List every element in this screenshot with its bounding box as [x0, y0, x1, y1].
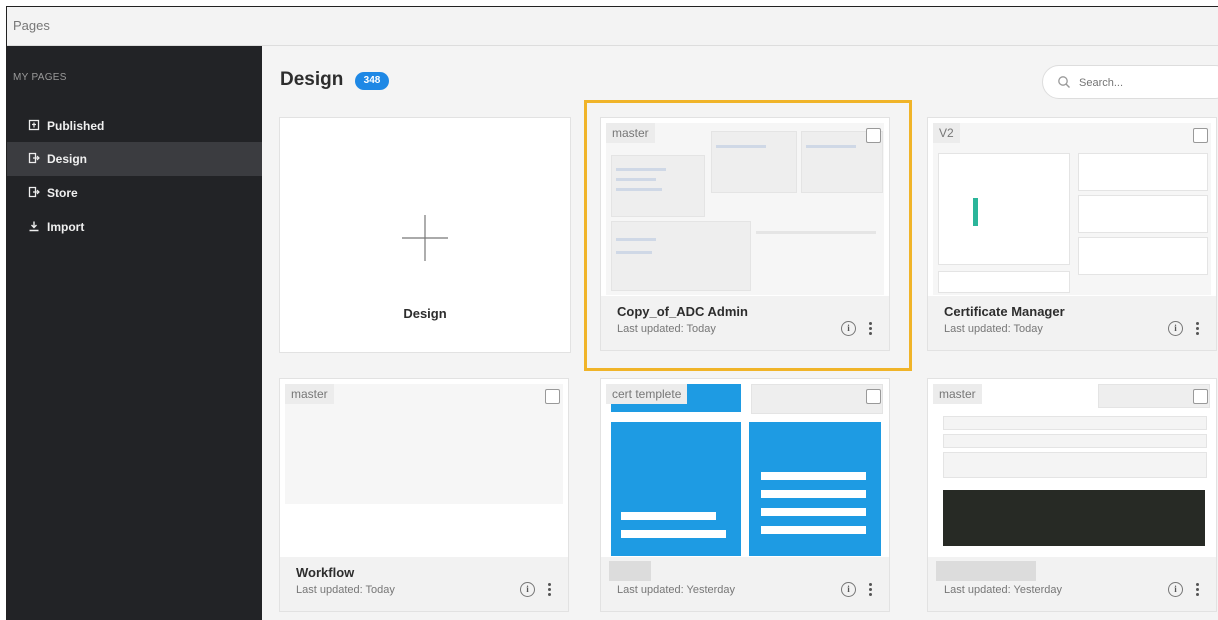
- page-thumbnail: V2: [933, 123, 1211, 295]
- sidebar-item-store[interactable]: Store: [7, 176, 262, 210]
- card-title-redacted: [936, 561, 1036, 581]
- card-footer: Workflow Last updated: Today i: [280, 557, 568, 611]
- search-box[interactable]: [1042, 65, 1218, 99]
- page-thumbnail: master: [606, 123, 884, 295]
- select-checkbox[interactable]: [545, 389, 560, 404]
- card-footer: Certificate Manager Last updated: Today …: [928, 296, 1216, 350]
- title-bar: Pages: [7, 7, 1218, 46]
- card-updated: Last updated: Yesterday: [944, 584, 1063, 596]
- info-icon[interactable]: i: [1168, 582, 1183, 597]
- sidebar-item-published[interactable]: Published: [7, 109, 262, 143]
- select-checkbox[interactable]: [1193, 389, 1208, 404]
- page-card-master[interactable]: master Last updated: Yesterday i: [927, 378, 1217, 612]
- card-title: Certificate Manager: [944, 304, 1065, 319]
- page-title: Design: [280, 69, 344, 90]
- page-card-cert-templete[interactable]: cert templete Last updated: Yesterday i: [600, 378, 890, 612]
- card-title: Workflow: [296, 565, 355, 580]
- plus-icon: [400, 213, 450, 263]
- count-badge: 348: [355, 72, 389, 90]
- app-window: Pages MY PAGES Published Design Store Im…: [6, 6, 1218, 620]
- card-updated: Last updated: Today: [944, 323, 1043, 335]
- sidebar-item-label: Import: [47, 220, 85, 234]
- sidebar: MY PAGES Published Design Store Import: [7, 46, 262, 620]
- select-checkbox[interactable]: [866, 389, 881, 404]
- page-thumbnail: cert templete: [606, 384, 884, 556]
- sidebar-item-import[interactable]: Import: [7, 210, 262, 244]
- import-icon: [28, 220, 40, 232]
- sidebar-item-label: Store: [47, 186, 78, 200]
- branch-tag: master: [285, 384, 334, 404]
- more-options-icon[interactable]: [869, 583, 872, 596]
- more-options-icon[interactable]: [1196, 322, 1199, 335]
- search-input[interactable]: [1077, 73, 1211, 93]
- card-updated: Last updated: Yesterday: [617, 584, 736, 596]
- published-icon: [28, 119, 40, 131]
- branch-tag: master: [606, 123, 655, 143]
- sidebar-item-label: Design: [47, 152, 88, 166]
- new-design-label: Design: [403, 306, 447, 321]
- page-thumbnail: master: [285, 384, 563, 504]
- more-options-icon[interactable]: [869, 322, 872, 335]
- card-title-redacted: [609, 561, 651, 581]
- card-updated: Last updated: Today: [617, 323, 716, 335]
- info-icon[interactable]: i: [841, 321, 856, 336]
- main-content: Design 348 Design: [262, 46, 1218, 620]
- sidebar-section-label: MY PAGES: [13, 72, 67, 83]
- more-options-icon[interactable]: [1196, 583, 1199, 596]
- card-footer: Last updated: Yesterday i: [601, 557, 889, 611]
- card-updated: Last updated: Today: [296, 584, 395, 596]
- sidebar-item-design[interactable]: Design: [7, 142, 262, 176]
- info-icon[interactable]: i: [1168, 321, 1183, 336]
- page-card-certificate-manager[interactable]: V2 Certificate Manager Last updated: Tod…: [927, 117, 1217, 351]
- info-icon[interactable]: i: [841, 582, 856, 597]
- window-title: Pages: [13, 18, 50, 33]
- page-card-workflow[interactable]: master Workflow Last updated: Today i: [279, 378, 569, 612]
- design-icon: [28, 152, 40, 164]
- branch-tag: cert templete: [606, 384, 688, 404]
- more-options-icon[interactable]: [548, 583, 551, 596]
- search-icon: [1057, 75, 1071, 89]
- branch-tag: V2: [933, 123, 960, 143]
- select-checkbox[interactable]: [1193, 128, 1208, 143]
- card-footer: Last updated: Yesterday i: [928, 557, 1216, 611]
- sidebar-item-label: Published: [47, 119, 105, 133]
- store-icon: [28, 186, 40, 198]
- page-thumbnail: master: [933, 384, 1211, 556]
- info-icon[interactable]: i: [520, 582, 535, 597]
- card-footer: Copy_of_ADC Admin Last updated: Today i: [601, 296, 889, 350]
- branch-tag: master: [933, 384, 982, 404]
- page-card-copy-of-adc-admin[interactable]: master Copy_of_ADC Admin Last updated: T…: [600, 117, 890, 351]
- select-checkbox[interactable]: [866, 128, 881, 143]
- new-design-card[interactable]: Design: [279, 117, 571, 353]
- card-title: Copy_of_ADC Admin: [617, 304, 748, 319]
